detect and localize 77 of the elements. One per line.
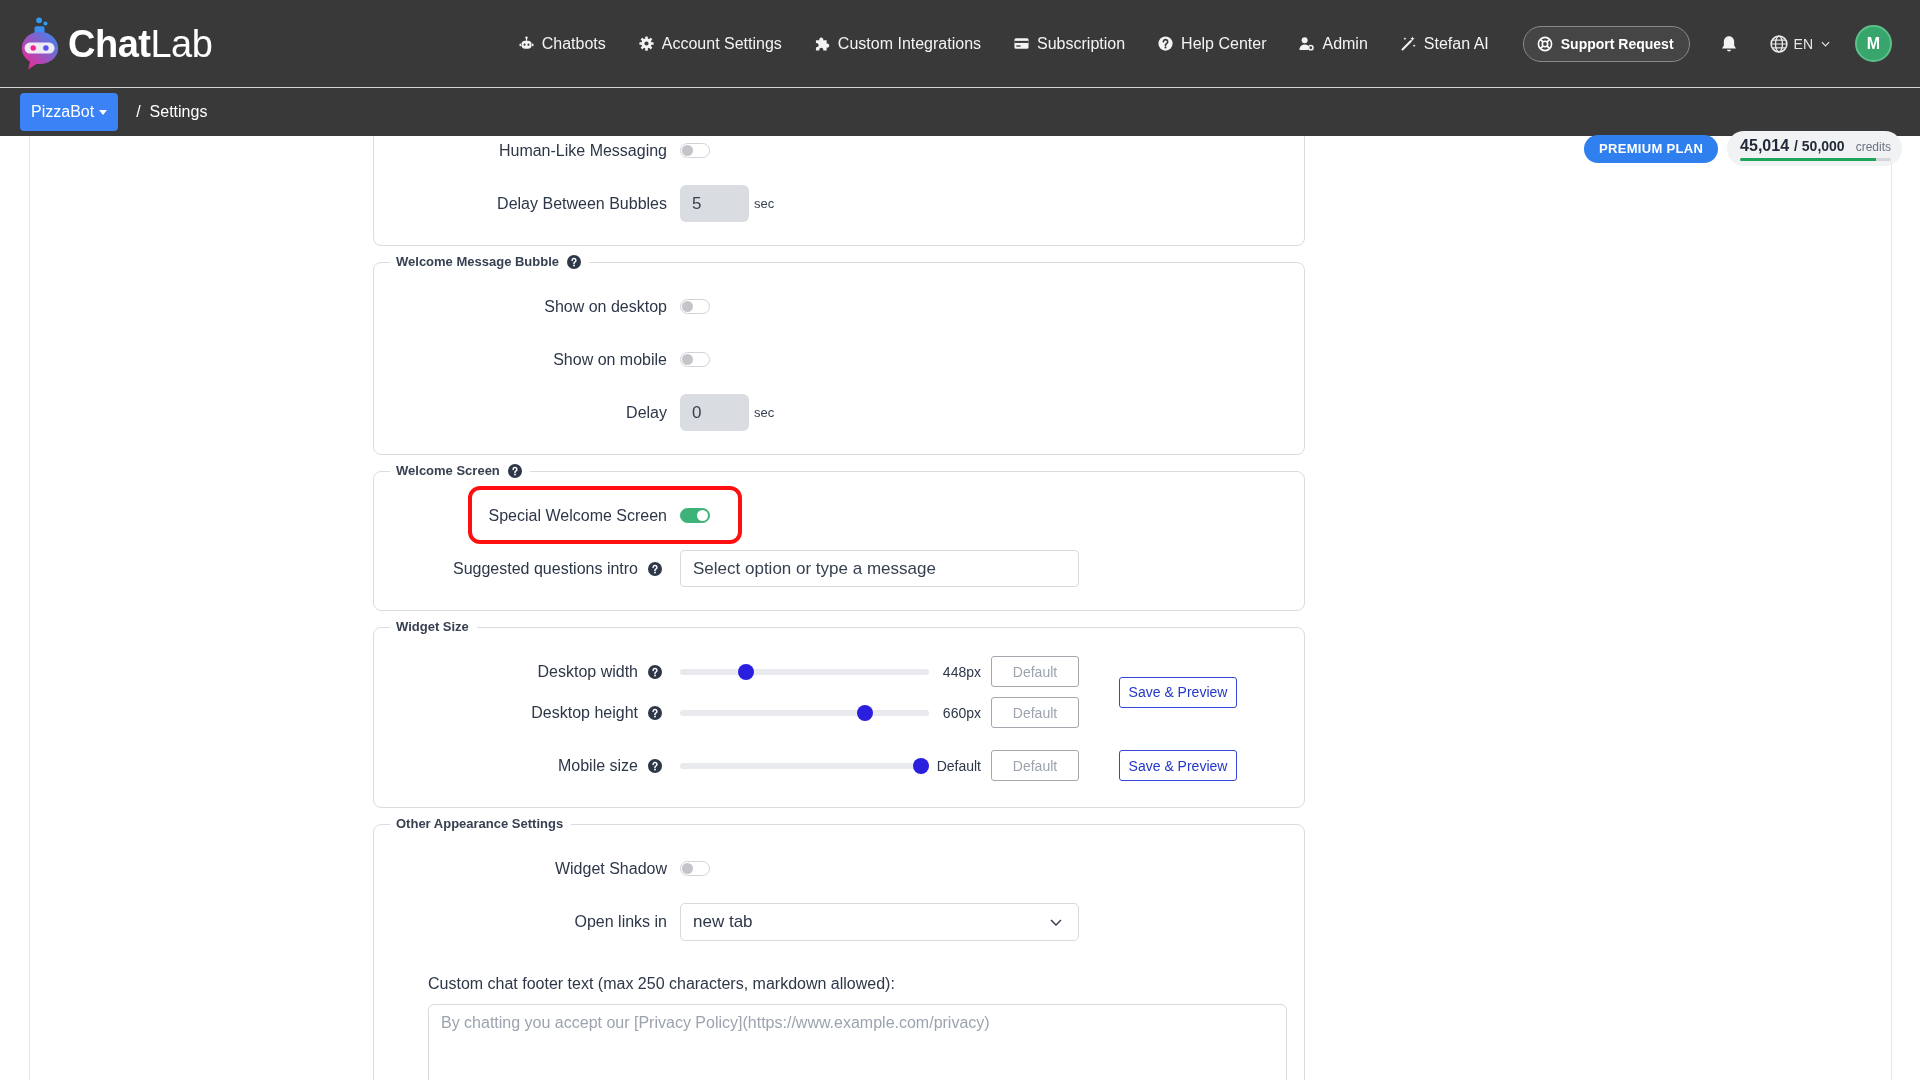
field-label: Desktop height xyxy=(531,703,638,722)
field-label: Delay Between Bubbles xyxy=(497,194,667,213)
help-icon[interactable] xyxy=(507,464,522,478)
caret-down-icon xyxy=(99,109,108,115)
nav-link[interactable]: Subscription xyxy=(1014,34,1126,53)
help-icon[interactable] xyxy=(648,758,662,773)
number-input[interactable]: 5 xyxy=(680,185,749,222)
slider-thumb[interactable] xyxy=(738,663,755,680)
logo-icon xyxy=(20,17,60,70)
help-icon[interactable] xyxy=(648,705,662,720)
robot-icon xyxy=(518,36,534,51)
field-label: Suggested questions intro xyxy=(453,559,638,578)
credits-unit: credits xyxy=(1855,140,1891,154)
puzzle-icon xyxy=(814,36,830,51)
field-label: Delay xyxy=(626,403,667,422)
support-request-button[interactable]: Support Request xyxy=(1522,25,1690,62)
number-input[interactable]: 0 xyxy=(680,394,749,431)
field-label: Human-Like Messaging xyxy=(498,141,667,160)
field-label: Open links in xyxy=(574,913,667,931)
nav-link[interactable]: Help Center xyxy=(1158,34,1267,53)
chevron-down-icon xyxy=(1050,918,1062,926)
nav-link[interactable]: Admin xyxy=(1299,34,1368,53)
slider-thumb[interactable] xyxy=(913,757,929,774)
nav-link[interactable]: Chatbots xyxy=(518,34,606,53)
text-input[interactable]: Select option or type a message xyxy=(680,550,1079,587)
nav-link[interactable]: Custom Integrations xyxy=(814,34,982,53)
slider-track[interactable] xyxy=(680,663,929,680)
gear-icon xyxy=(638,36,654,51)
help-icon[interactable] xyxy=(648,664,662,679)
notifications-bell-icon[interactable] xyxy=(1719,34,1738,53)
toggle-switch[interactable] xyxy=(680,299,710,314)
field-label: Widget Shadow xyxy=(554,859,667,878)
logo-text[interactable]: ChatLab xyxy=(68,24,213,63)
unit-label: sec xyxy=(754,405,775,420)
section-title: Widget Size xyxy=(396,619,469,635)
nav-link[interactable]: Account Settings xyxy=(638,34,782,53)
help-icon xyxy=(1158,36,1174,51)
slider-track[interactable] xyxy=(680,704,929,721)
field-label: Desktop width xyxy=(537,662,638,681)
select-field[interactable]: new tab xyxy=(680,903,1079,941)
section-title: Welcome Message Bubble xyxy=(396,254,560,270)
section-title: Welcome Screen xyxy=(396,463,500,479)
slider-value: 448px xyxy=(941,663,981,680)
plan-badge: PREMIUM PLAN xyxy=(1584,134,1719,163)
section-title: Other Appearance Settings xyxy=(396,816,564,832)
language-selector[interactable]: EN xyxy=(1769,34,1830,53)
field-label: Special Welcome Screen xyxy=(488,506,667,525)
slider-value: 660px xyxy=(941,704,981,721)
credits-used: 45,014 xyxy=(1740,137,1790,155)
field-label: Custom chat footer text (max 250 characters, markdown allowed): xyxy=(428,974,896,994)
field-label: Show on mobile xyxy=(553,350,667,369)
toggle-switch[interactable] xyxy=(680,861,710,876)
slider-thumb[interactable] xyxy=(857,704,874,721)
lifebuoy-icon xyxy=(1536,35,1553,52)
field-label: Show on desktop xyxy=(544,297,667,316)
magic-wand-icon xyxy=(1400,36,1416,51)
footer-text-area[interactable]: By chatting you accept our [Privacy Policy](https://www.example.com/privacy) xyxy=(428,1004,1287,1080)
bot-selector-button[interactable]: PizzaBot xyxy=(20,93,119,131)
breadcrumb-separator: / xyxy=(136,103,141,121)
credits-limit: / 50,000 xyxy=(1794,138,1845,154)
unit-label: sec xyxy=(754,196,775,211)
help-icon[interactable] xyxy=(648,561,662,576)
slider-value: Default xyxy=(935,757,981,774)
chevron-down-icon xyxy=(1821,40,1830,47)
toggle-switch[interactable] xyxy=(680,352,710,367)
save-preview-button[interactable]: Save & Preview xyxy=(1119,676,1237,708)
slider-track[interactable] xyxy=(680,757,929,774)
globe-icon xyxy=(1769,34,1788,53)
toggle-switch[interactable] xyxy=(680,508,710,523)
user-gear-icon xyxy=(1299,36,1315,51)
toggle-switch[interactable] xyxy=(680,143,710,158)
save-preview-button[interactable]: Save & Preview xyxy=(1119,750,1237,781)
breadcrumb-current: Settings xyxy=(149,103,208,121)
credit-card-icon xyxy=(1014,36,1030,51)
field-label: Mobile size xyxy=(557,756,638,775)
nav-link[interactable]: Stefan AI xyxy=(1400,34,1489,53)
help-icon[interactable] xyxy=(567,255,582,269)
